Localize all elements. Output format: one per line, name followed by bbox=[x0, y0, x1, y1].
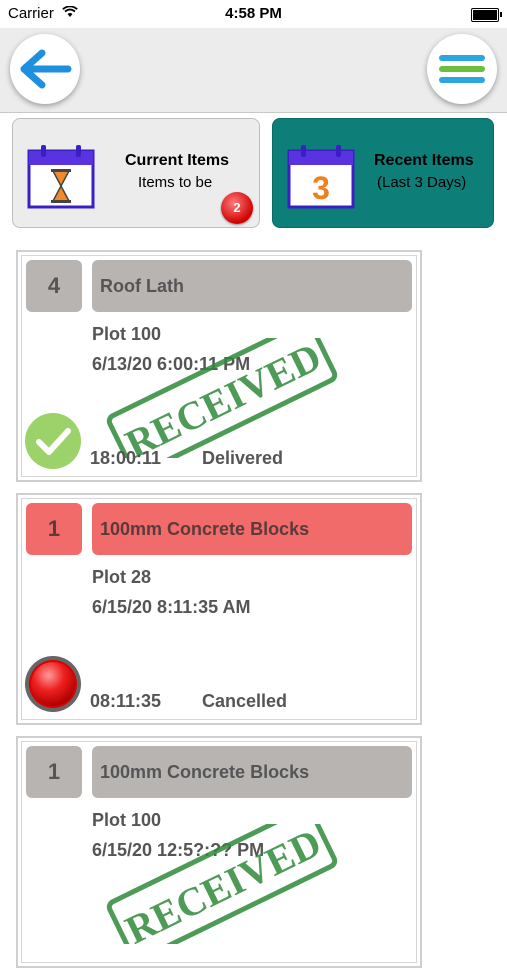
recent-items-title: Recent Items bbox=[374, 152, 474, 169]
recent-items-tile[interactable]: 3 Recent Items (Last 3 Days) bbox=[272, 118, 494, 228]
item-title: 100mm Concrete Blocks bbox=[92, 746, 412, 798]
status-label: Delivered bbox=[202, 448, 284, 468]
item-card[interactable]: 4 Roof Lath Plot 100 6/13/20 6:00:11 PM … bbox=[16, 250, 422, 482]
menu-button[interactable] bbox=[427, 34, 497, 104]
check-icon bbox=[25, 413, 81, 469]
status-label: Cancelled bbox=[202, 691, 288, 711]
recent-items-subtitle: (Last 3 Days) bbox=[377, 174, 467, 191]
item-card[interactable]: 1 100mm Concrete Blocks Plot 100 6/15/20… bbox=[16, 736, 422, 968]
time-label: 18:00:11 bbox=[90, 448, 162, 468]
item-card[interactable]: 1 100mm Concrete Blocks Plot 28 6/15/20 … bbox=[16, 493, 422, 725]
status-bar: Carrier 4:58 PM bbox=[0, 0, 507, 28]
item-title: Roof Lath bbox=[92, 260, 412, 312]
hamburger-menu-icon bbox=[439, 55, 485, 83]
item-title: 100mm Concrete Blocks bbox=[92, 503, 412, 555]
received-stamp: RECEIVED bbox=[106, 824, 338, 944]
time-label: 08:11:35 bbox=[90, 691, 162, 711]
current-items-subtitle: Items to be bbox=[138, 174, 213, 191]
date-label: 6/15/20 8:11:35 AM bbox=[92, 597, 251, 617]
plot-label: Plot 28 bbox=[92, 567, 152, 587]
quantity-box: 1 bbox=[26, 503, 82, 555]
quantity-box: 1 bbox=[26, 746, 82, 798]
calendar-icon: 3 bbox=[287, 145, 355, 209]
calendar-number: 3 bbox=[312, 170, 330, 206]
status-time: 4:58 PM bbox=[225, 5, 282, 22]
battery-icon bbox=[471, 8, 499, 22]
nav-bar bbox=[0, 28, 507, 113]
current-items-title: Current Items bbox=[125, 152, 230, 169]
hourglass-calendar-icon bbox=[27, 145, 95, 209]
current-items-tile[interactable]: Current Items Items to be 2 bbox=[12, 118, 260, 228]
quantity-box: 4 bbox=[26, 260, 82, 312]
red-status-icon bbox=[25, 656, 81, 712]
count-badge: 2 bbox=[221, 192, 253, 224]
back-button[interactable] bbox=[10, 34, 80, 104]
arrow-left-icon bbox=[20, 49, 72, 89]
received-stamp: RECEIVED bbox=[106, 338, 338, 458]
